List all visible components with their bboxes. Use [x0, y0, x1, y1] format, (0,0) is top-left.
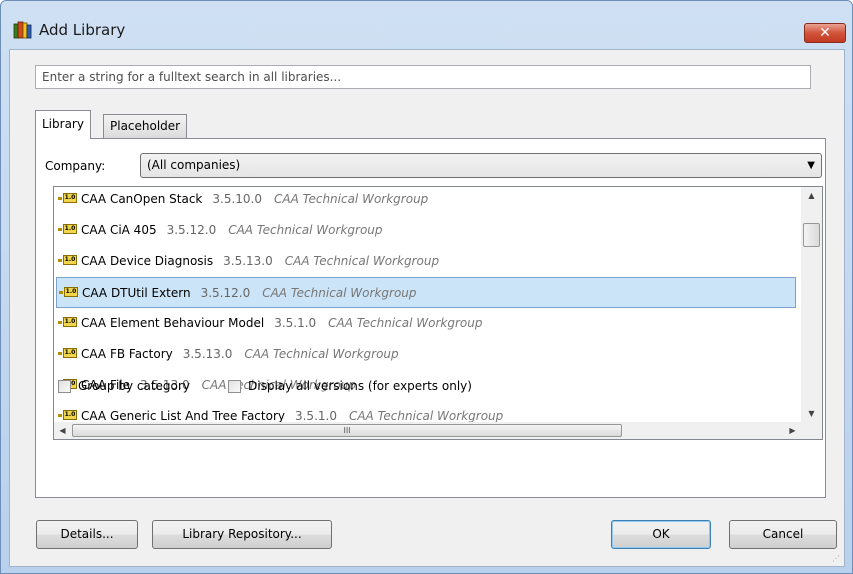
library-list-item[interactable]: 1.0 CAA Element Behaviour Model 3.5.1.0 CAA… — [54, 308, 800, 339]
vertical-scrollbar[interactable]: ▲ ▼ — [801, 187, 822, 422]
group-by-category-checkbox[interactable]: Group by category — [58, 379, 190, 393]
library-name: CAA Element Behaviour Model — [81, 316, 265, 330]
library-version-icon: 1.0 — [58, 317, 78, 328]
scrollbar-corner — [801, 422, 822, 439]
library-version: 3.5.13.0 — [223, 254, 273, 268]
ok-button[interactable]: OK — [611, 520, 711, 549]
display-all-versions-label: Display all versions (for experts only) — [248, 379, 472, 393]
dialog-title: Add Library — [39, 21, 126, 39]
add-library-dialog: Add Library ✕ Library Placeholder Compan… — [0, 0, 853, 574]
scroll-up-icon[interactable]: ▲ — [801, 187, 822, 204]
library-name: CAA Device Diagnosis — [81, 254, 214, 268]
library-list-item[interactable]: 1.0 CAA CanOpen Stack 3.5.10.0 CAA Technica… — [54, 187, 800, 215]
close-button[interactable]: ✕ — [804, 23, 846, 43]
company-label: Company: — [45, 159, 106, 173]
library-name: CAA FB Factory — [81, 347, 173, 361]
library-version: 3.5.12.0 — [200, 286, 251, 300]
title-bar[interactable]: Add Library ✕ — [1, 1, 852, 47]
company-selected-value: (All companies) — [147, 158, 241, 172]
company-select[interactable]: (All companies) ▼ — [140, 153, 822, 178]
display-all-versions-checkbox[interactable]: Display all versions (for experts only) — [228, 379, 472, 393]
library-version: 3.5.10.0 — [212, 192, 262, 206]
library-company: CAA Technical Workgroup — [328, 316, 483, 330]
cancel-button[interactable]: Cancel — [729, 520, 837, 549]
library-company: CAA Technical Workgroup — [244, 347, 399, 361]
library-tab-panel: Company: (All companies) ▼ 1.0 CAA CanOpe… — [35, 138, 826, 498]
library-company: CAA Technical Workgroup — [284, 254, 440, 268]
scroll-right-icon[interactable]: ▶ — [784, 422, 801, 439]
tab-placeholder[interactable]: Placeholder — [103, 114, 188, 138]
details-button[interactable]: Details... — [36, 520, 138, 549]
fulltext-search-input[interactable] — [35, 65, 811, 89]
library-version: 3.5.1.0 — [294, 409, 337, 423]
library-list[interactable]: 1.0 CAA CanOpen Stack 3.5.10.0 CAA Technica… — [53, 186, 823, 440]
library-version-icon: 1.0 — [58, 348, 78, 359]
library-list-item[interactable]: 1.0 CAA CiA 405 3.5.12.0 CAA Technical Work… — [54, 215, 800, 246]
horizontal-scroll-thumb[interactable]: III — [72, 424, 622, 437]
library-version: 3.5.1.0 — [274, 316, 317, 330]
library-company: CAA Technical Workgroup — [348, 409, 504, 423]
library-company: CAA Technical Workgroup — [262, 286, 417, 300]
library-version-icon: 1.0 — [58, 255, 78, 266]
library-version: 3.5.13.0 — [182, 347, 233, 361]
library-name: CAA Generic List And Tree Factory — [81, 409, 285, 423]
library-list-item[interactable]: 1.0 CAA FB Factory 3.5.13.0 CAA Technical W… — [54, 339, 800, 370]
library-repository-button[interactable]: Library Repository... — [152, 520, 332, 549]
library-name: CAA CanOpen Stack — [81, 192, 203, 206]
library-version-icon: 1.0 — [58, 410, 78, 421]
scroll-down-icon[interactable]: ▼ — [801, 405, 822, 422]
library-books-icon — [13, 21, 32, 39]
checkbox-icon[interactable] — [58, 379, 71, 393]
library-list-item[interactable]: 1.0 CAA Device Diagnosis 3.5.13.0 CAA Techn… — [54, 246, 800, 277]
library-company: CAA Technical Workgroup — [228, 223, 383, 237]
resize-grip-icon[interactable]: ⋰ — [832, 554, 842, 564]
library-name: CAA DTUtil Extern — [82, 286, 191, 300]
checkbox-icon[interactable] — [228, 379, 241, 393]
library-version-icon: 1.0 — [59, 287, 79, 298]
library-version-icon: 1.0 — [58, 193, 78, 204]
group-by-category-label: Group by category — [78, 379, 190, 393]
library-name: CAA CiA 405 — [81, 223, 157, 237]
horizontal-scrollbar[interactable]: ◀ III ▶ — [54, 422, 801, 439]
dialog-body: Library Placeholder Company: (All compan… — [9, 49, 845, 567]
chevron-down-icon: ▼ — [807, 160, 815, 171]
vertical-scroll-thumb[interactable] — [803, 223, 820, 247]
library-list-item[interactable]: 1.0 CAA DTUtil Extern 3.5.12.0 CAA Technica… — [56, 277, 796, 308]
library-version-icon: 1.0 — [58, 224, 78, 235]
library-version: 3.5.12.0 — [166, 223, 217, 237]
library-company: CAA Technical Workgroup — [274, 192, 429, 206]
tab-library[interactable]: Library — [35, 110, 91, 139]
scroll-left-icon[interactable]: ◀ — [54, 422, 71, 439]
